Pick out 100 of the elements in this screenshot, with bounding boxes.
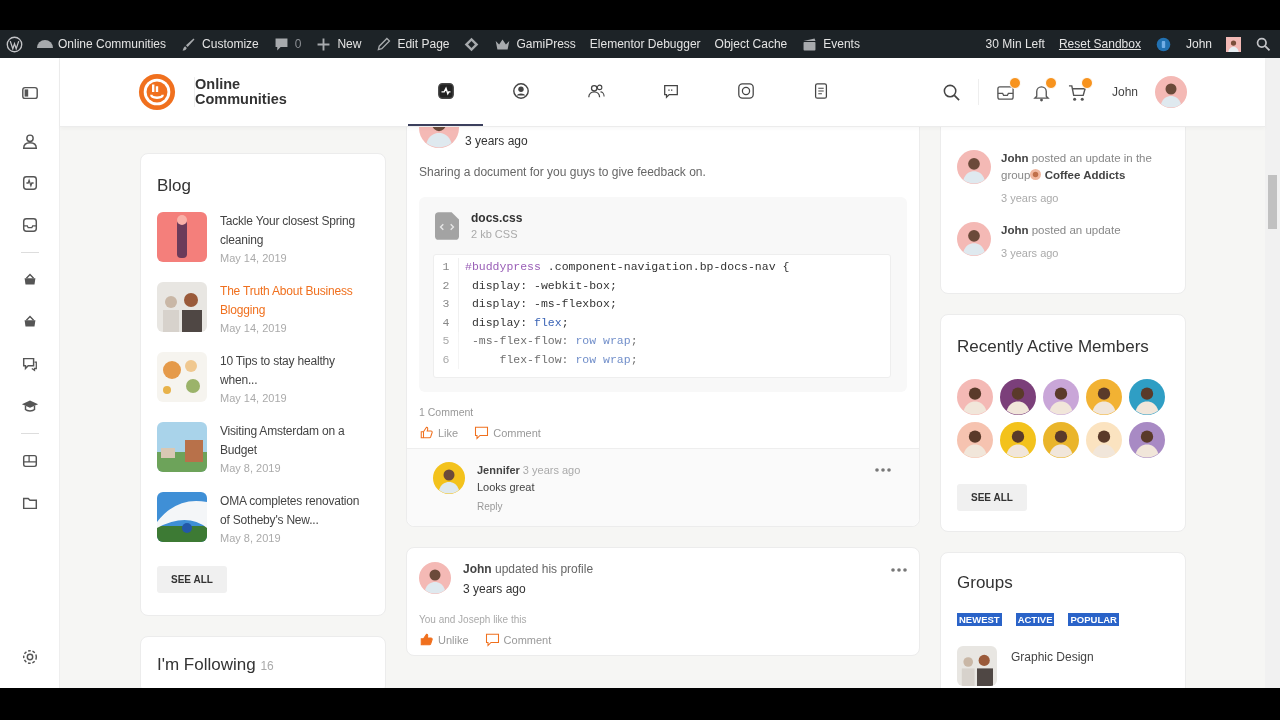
admin-bar-link[interactable]: New bbox=[315, 35, 362, 53]
file-name-link[interactable]: docs.css bbox=[471, 211, 523, 225]
line-number: 3 bbox=[434, 295, 459, 314]
admin-bar-link[interactable]: Edit Page bbox=[375, 35, 450, 53]
card-title: Blog bbox=[157, 176, 193, 196]
filter-tab[interactable]: NEWEST bbox=[957, 613, 1002, 626]
speech-bubble-icon bbox=[474, 425, 490, 440]
panel-toggle-icon[interactable] bbox=[20, 84, 39, 102]
post-title-link[interactable]: Visiting Amsterdam on a Budget bbox=[220, 422, 369, 460]
post-time: 3 years ago bbox=[463, 582, 527, 596]
activity-time: 3 years ago bbox=[1001, 247, 1060, 259]
thumbs-up-icon bbox=[419, 632, 434, 647]
search-icon[interactable] bbox=[1255, 35, 1272, 53]
member-avatar[interactable] bbox=[1043, 379, 1079, 415]
admin-bar-link[interactable]: Object Cache bbox=[714, 37, 788, 51]
card-title: Groups bbox=[957, 573, 1014, 593]
admin-bar-link[interactable]: Customize bbox=[180, 35, 259, 53]
admin-bar-link[interactable]: Events bbox=[801, 35, 860, 53]
see-all-button[interactable]: SEE ALL bbox=[957, 484, 1027, 511]
search-icon[interactable] bbox=[941, 82, 961, 102]
following-count: 16 bbox=[260, 659, 274, 673]
activity-text: John updated his profile bbox=[463, 562, 595, 576]
code-line: display: flex; bbox=[470, 314, 569, 331]
scrollbar[interactable] bbox=[1265, 58, 1280, 688]
group-name-link[interactable]: Graphic Design bbox=[1011, 650, 1094, 664]
more-options-icon[interactable] bbox=[891, 568, 907, 572]
comment-count: 1 Comment bbox=[419, 406, 475, 418]
wordpress-logo-icon[interactable] bbox=[6, 35, 23, 53]
pencil-icon bbox=[375, 35, 393, 53]
likes-text: You and Joseph like this bbox=[419, 614, 528, 625]
post-date: May 14, 2019 bbox=[220, 321, 288, 336]
member-avatar[interactable] bbox=[1086, 422, 1122, 458]
comment-author[interactable]: Jennifer bbox=[477, 464, 520, 476]
people-icon bbox=[586, 82, 605, 100]
chat-icon bbox=[661, 82, 680, 100]
filter-tab[interactable]: POPULAR bbox=[1068, 613, 1119, 626]
speech-bubble-icon bbox=[484, 632, 500, 647]
member-avatar[interactable] bbox=[957, 379, 993, 415]
activity-time: 3 years ago bbox=[1001, 192, 1060, 204]
member-avatar[interactable] bbox=[1043, 422, 1079, 458]
post-date: May 14, 2019 bbox=[220, 251, 288, 266]
notification-dot bbox=[1008, 76, 1021, 89]
file-meta: 2 kb CSS bbox=[471, 228, 519, 240]
member-avatar[interactable] bbox=[1000, 422, 1036, 458]
post-title-link[interactable]: OMA completes renovation of Sotheby's New... bbox=[220, 492, 369, 530]
settings-icon[interactable] bbox=[20, 648, 39, 666]
member-avatar[interactable] bbox=[1086, 379, 1122, 415]
card-title: I'm Following bbox=[157, 655, 256, 674]
gallery-icon[interactable] bbox=[20, 452, 39, 470]
code-line: display: -ms-flexbox; bbox=[470, 296, 617, 312]
comment-text: Looks great bbox=[477, 480, 536, 495]
camera-icon bbox=[736, 82, 755, 100]
line-number: 1 bbox=[434, 258, 459, 277]
post-text: Sharing a document for you guys to give feedback on. bbox=[419, 165, 707, 179]
user-avatar bbox=[1155, 76, 1187, 108]
post-title-link[interactable]: 10 Tips to stay healthy when... bbox=[220, 352, 369, 390]
user-avatar bbox=[433, 462, 465, 494]
user-avatar bbox=[957, 150, 991, 184]
site-logo-icon[interactable] bbox=[138, 73, 176, 111]
cart-icon[interactable] bbox=[1067, 82, 1087, 102]
member-avatar[interactable] bbox=[1129, 379, 1165, 415]
notification-dot bbox=[1044, 76, 1057, 89]
post-title-link[interactable]: Tackle Your closest Spring cleaning bbox=[220, 212, 369, 250]
user-avatar bbox=[957, 222, 991, 256]
admin-bar-link[interactable]: Online Communities bbox=[37, 37, 167, 51]
post-date: May 8, 2019 bbox=[220, 531, 282, 546]
post-date: May 14, 2019 bbox=[220, 391, 288, 406]
scrollbar-thumb[interactable] bbox=[1268, 175, 1277, 229]
user-name-link[interactable]: John bbox=[1111, 85, 1138, 99]
activity-icon[interactable] bbox=[20, 174, 39, 192]
activity-text: John posted an update bbox=[1001, 223, 1121, 238]
admin-bar-link[interactable]: GamiPress bbox=[494, 35, 576, 53]
inbox-icon[interactable] bbox=[20, 216, 39, 234]
site-name[interactable]: Online Communities bbox=[194, 77, 295, 107]
user-avatar-icon[interactable] bbox=[1226, 35, 1241, 53]
code-line: -ms-flex-flow: row wrap; bbox=[470, 333, 638, 349]
see-all-button[interactable]: SEE ALL bbox=[157, 566, 227, 593]
line-number: 5 bbox=[434, 332, 459, 351]
thumbs-up-icon bbox=[419, 425, 434, 440]
filter-tab[interactable]: ACTIVE bbox=[1015, 613, 1055, 626]
member-avatar[interactable] bbox=[1129, 422, 1165, 458]
admin-user-link[interactable]: John bbox=[1185, 37, 1212, 51]
more-options-icon[interactable] bbox=[875, 468, 891, 472]
line-number: 6 bbox=[434, 350, 459, 369]
post-date: May 8, 2019 bbox=[220, 461, 282, 476]
chat-icon[interactable] bbox=[20, 355, 39, 373]
code-line: #buddypress .component-navigation.bp-docs-nav { bbox=[465, 259, 790, 275]
admin-bar-link[interactable]: Elementor Debugger bbox=[589, 37, 701, 51]
group-avatar-icon bbox=[1030, 169, 1042, 180]
admin-bar-link[interactable]: 0 bbox=[272, 35, 302, 53]
group-link[interactable]: Coffee Addicts bbox=[1044, 169, 1126, 181]
profile-icon[interactable] bbox=[20, 132, 39, 150]
line-number: 4 bbox=[434, 313, 459, 332]
diamond-icon[interactable] bbox=[463, 35, 481, 53]
reset-sandbox-link[interactable]: Reset Sandbox bbox=[1058, 37, 1141, 51]
post-time: 3 years ago bbox=[465, 134, 528, 148]
code-line: flex-flow: row wrap; bbox=[498, 351, 638, 368]
member-avatar[interactable] bbox=[957, 422, 993, 458]
member-avatar[interactable] bbox=[1000, 379, 1036, 415]
notification-dot bbox=[1080, 76, 1093, 89]
